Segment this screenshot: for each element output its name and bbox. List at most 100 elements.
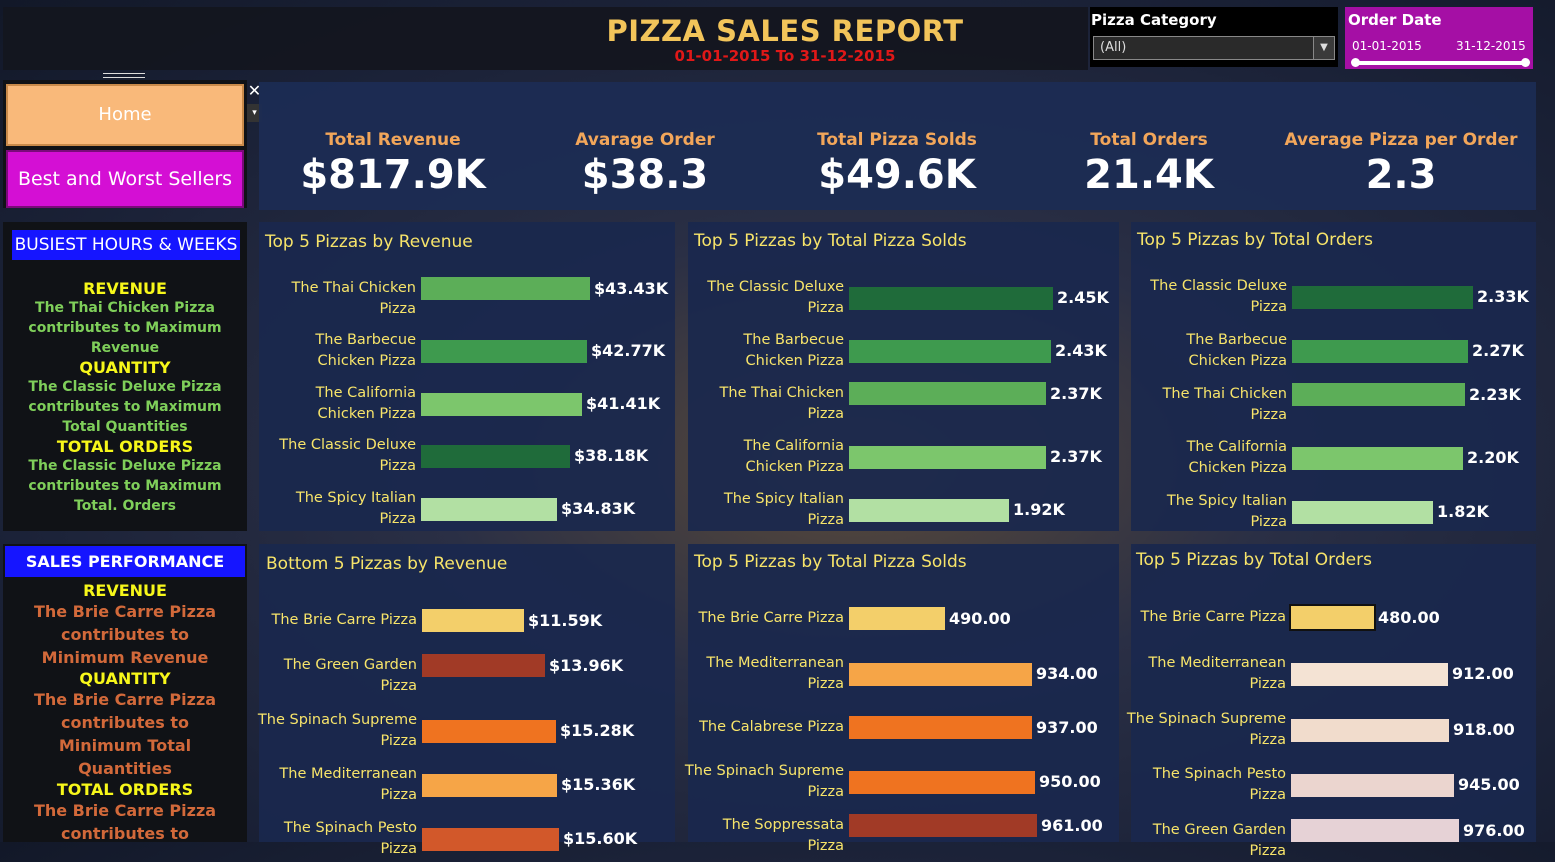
insight-heading: REVENUE <box>83 581 167 600</box>
bar-value-label: $38.18K <box>574 446 649 465</box>
date-slider-end-handle[interactable] <box>1521 58 1530 67</box>
best-worst-sellers-button[interactable]: Best and Worst Sellers <box>6 150 244 208</box>
bar[interactable] <box>421 340 587 363</box>
bar-value-label: 2.43K <box>1055 341 1107 360</box>
bar[interactable] <box>849 663 1032 686</box>
bar-value-label: $11.59K <box>528 611 603 630</box>
bar[interactable] <box>421 445 570 468</box>
bar-value-label: 2.33K <box>1477 287 1529 306</box>
kpi-label: Average Pizza per Order <box>1284 130 1518 150</box>
home-button[interactable]: Home <box>6 84 244 146</box>
insight-heading: TOTAL ORDERS <box>56 780 194 799</box>
bar-value-label: $15.28K <box>560 721 635 740</box>
insight-text: The Classic Deluxe Pizza contributes to … <box>28 458 222 514</box>
bar-category-label: The Classic Deluxe Pizza <box>279 437 416 474</box>
bar[interactable] <box>849 446 1046 469</box>
bar-value-label: 2.45K <box>1057 288 1109 307</box>
date-range-slider[interactable] <box>1355 61 1527 65</box>
bar[interactable] <box>849 814 1037 837</box>
bar-category-label: The Thai Chicken Pizza <box>291 280 416 317</box>
bar-value-label: 961.00 <box>1041 816 1103 835</box>
drag-handle[interactable] <box>103 73 145 78</box>
bar-category-label: The Barbecue Chicken Pizza <box>743 332 844 369</box>
date-slider-start-handle[interactable] <box>1351 58 1360 67</box>
bar[interactable] <box>1291 719 1449 742</box>
chart-title: Top 5 Pizzas by Total Pizza Solds <box>694 231 967 251</box>
performance-insights: REVENUE The Brie Carre Pizza contributes… <box>3 581 247 839</box>
bar[interactable] <box>422 654 545 677</box>
bar[interactable] <box>1291 774 1454 797</box>
bar[interactable] <box>1291 663 1448 686</box>
insight-heading: QUANTITY <box>79 669 171 688</box>
bar[interactable] <box>1292 447 1463 470</box>
bar-category-label: The California Chicken Pizza <box>315 385 416 422</box>
kpi-total-orders: Total Orders 21.4K <box>1024 130 1274 198</box>
bar-category-label: The Thai Chicken Pizza <box>719 385 844 422</box>
bar-value-label: 1.82K <box>1437 502 1489 521</box>
bar[interactable] <box>849 382 1046 405</box>
bar[interactable] <box>1291 819 1459 842</box>
bar[interactable] <box>849 287 1053 310</box>
bar[interactable] <box>1292 286 1473 309</box>
bar[interactable] <box>1289 604 1376 631</box>
bar[interactable] <box>422 828 559 851</box>
bar-value-label: 2.37K <box>1050 447 1102 466</box>
bar-value-label: 950.00 <box>1039 772 1101 791</box>
kpi-label: Avarage Order <box>575 130 715 150</box>
bar-value-label: 2.27K <box>1472 341 1524 360</box>
bar-category-label: The Classic Deluxe Pizza <box>1150 278 1287 315</box>
bar-category-label: The Spicy Italian Pizza <box>1166 493 1287 530</box>
bar-value-label: $41.41K <box>586 394 661 413</box>
bar-category-label: The Calabrese Pizza <box>699 719 844 735</box>
chart-title: Top 5 Pizzas by Revenue <box>265 232 473 252</box>
bar-category-label: The California Chicken Pizza <box>1186 439 1287 476</box>
date-start: 01-01-2015 <box>1352 39 1422 53</box>
busiest-insights: REVENUE The Thai Chicken Pizza contribut… <box>3 279 247 516</box>
bar[interactable] <box>421 393 582 416</box>
bar[interactable] <box>422 609 524 632</box>
bar-category-label: The Green Garden Pizza <box>1152 822 1286 859</box>
insight-text: The Thai Chicken Pizza contributes to Ma… <box>28 300 222 356</box>
kpi-value: 21.4K <box>1084 152 1214 198</box>
bar-category-label: The Spicy Italian Pizza <box>723 491 844 528</box>
bar-category-label: The Spinach Supreme Pizza <box>257 712 417 749</box>
bar[interactable] <box>849 607 945 630</box>
bar[interactable] <box>421 277 590 300</box>
chart-title: Top 5 Pizzas by Total Pizza Solds <box>694 552 967 572</box>
bar[interactable] <box>849 499 1009 522</box>
bar-category-label: The Spinach Pesto Pizza <box>283 820 417 857</box>
bar-category-label: The Spinach Supreme Pizza <box>684 763 844 800</box>
bar-category-label: The Brie Carre Pizza <box>1140 609 1287 625</box>
bar[interactable] <box>1292 383 1465 406</box>
bar-value-label: 918.00 <box>1453 720 1515 739</box>
kpi-value: $817.9K <box>300 152 486 198</box>
kpi-value: 2.3 <box>1365 152 1437 198</box>
bar-category-label: The Barbecue Chicken Pizza <box>1186 332 1287 369</box>
date-end: 31-12-2015 <box>1456 39 1526 53</box>
bar-value-label: $43.43K <box>594 279 669 298</box>
bar[interactable] <box>849 340 1051 363</box>
insight-text: The Classic Deluxe Pizza contributes to … <box>28 379 222 435</box>
bar[interactable] <box>849 771 1035 794</box>
chart-title: Top 5 Pizzas by Total Orders <box>1137 230 1373 250</box>
bar[interactable] <box>422 720 556 743</box>
category-filter-label: Pizza Category <box>1091 11 1217 29</box>
bar-category-label: The Mediterranean Pizza <box>1148 655 1286 692</box>
bar-value-label: $42.77K <box>591 341 666 360</box>
chevron-down-icon[interactable]: ▼ <box>1313 37 1334 59</box>
category-select[interactable]: (All) <box>1093 36 1335 60</box>
bar[interactable] <box>1292 501 1433 524</box>
bar-category-label: The Spicy Italian Pizza <box>295 490 416 527</box>
bar-category-label: The Barbecue Chicken Pizza <box>315 332 416 369</box>
bar-value-label: 937.00 <box>1036 718 1098 737</box>
bar-value-label: 1.92K <box>1013 500 1065 519</box>
bar[interactable] <box>1292 340 1468 363</box>
kpi-label: Total Pizza Solds <box>817 130 977 150</box>
bar-value-label: 945.00 <box>1458 775 1520 794</box>
kpi-total-revenue: Total Revenue $817.9K <box>268 130 518 198</box>
bar[interactable] <box>421 498 557 521</box>
bar[interactable] <box>849 716 1032 739</box>
insight-heading: REVENUE <box>83 279 167 298</box>
bar[interactable] <box>422 774 557 797</box>
bar-value-label: 976.00 <box>1463 821 1525 840</box>
